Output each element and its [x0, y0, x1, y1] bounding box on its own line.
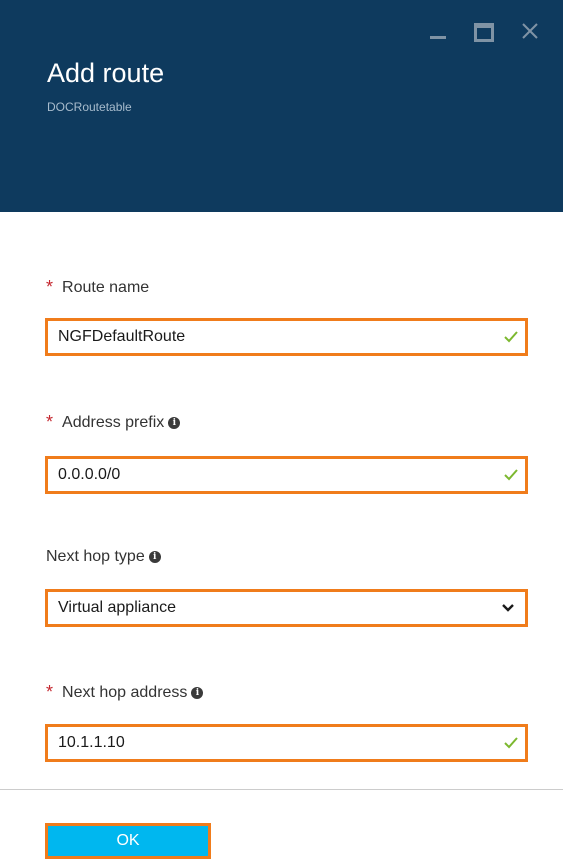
- route-name-label: * Route name: [46, 277, 149, 298]
- address-prefix-label: * Address prefix i: [46, 412, 181, 433]
- required-asterisk-icon: *: [46, 412, 54, 432]
- next-hop-address-input[interactable]: [48, 727, 478, 759]
- required-asterisk-icon: *: [46, 682, 54, 702]
- required-asterisk-icon: *: [46, 277, 54, 297]
- route-name-label-text: Route name: [62, 278, 150, 296]
- address-prefix-field[interactable]: [45, 456, 528, 494]
- info-icon[interactable]: i: [191, 686, 204, 699]
- chevron-down-icon: [502, 604, 514, 612]
- address-prefix-label-text: Address prefix: [62, 413, 165, 431]
- blade-subtitle: DOCRoutetable: [47, 100, 132, 114]
- next-hop-type-value: Virtual appliance: [58, 599, 177, 616]
- maximize-icon: [474, 23, 494, 42]
- minimize-icon: [430, 36, 446, 39]
- blade-title: Add route: [47, 58, 165, 88]
- valid-check-icon: [504, 737, 518, 749]
- blade-header: Add route DOCRoutetable: [0, 0, 563, 212]
- next-hop-type-select[interactable]: Virtual appliance: [45, 589, 528, 627]
- add-route-blade: Add route DOCRoutetable * Route name * A…: [0, 0, 563, 864]
- valid-check-icon: [504, 331, 518, 343]
- address-prefix-input[interactable]: [48, 459, 478, 491]
- next-hop-address-label: * Next hop address i: [46, 682, 204, 703]
- next-hop-type-label: Next hop type i: [46, 548, 161, 566]
- info-icon[interactable]: i: [148, 551, 161, 563]
- window-controls: [415, 18, 553, 48]
- close-button[interactable]: [507, 18, 553, 48]
- ok-button[interactable]: OK: [45, 823, 211, 859]
- footer-divider: [0, 789, 563, 790]
- info-icon[interactable]: i: [168, 416, 181, 429]
- next-hop-type-label-text: Next hop type: [46, 548, 145, 565]
- close-icon: [522, 23, 538, 39]
- valid-check-icon: [504, 469, 518, 481]
- route-name-field[interactable]: [45, 318, 528, 356]
- minimize-button[interactable]: [415, 18, 461, 48]
- route-name-input[interactable]: [48, 321, 478, 353]
- maximize-button[interactable]: [461, 18, 507, 48]
- next-hop-address-field[interactable]: [45, 724, 528, 762]
- next-hop-address-label-text: Next hop address: [62, 683, 188, 701]
